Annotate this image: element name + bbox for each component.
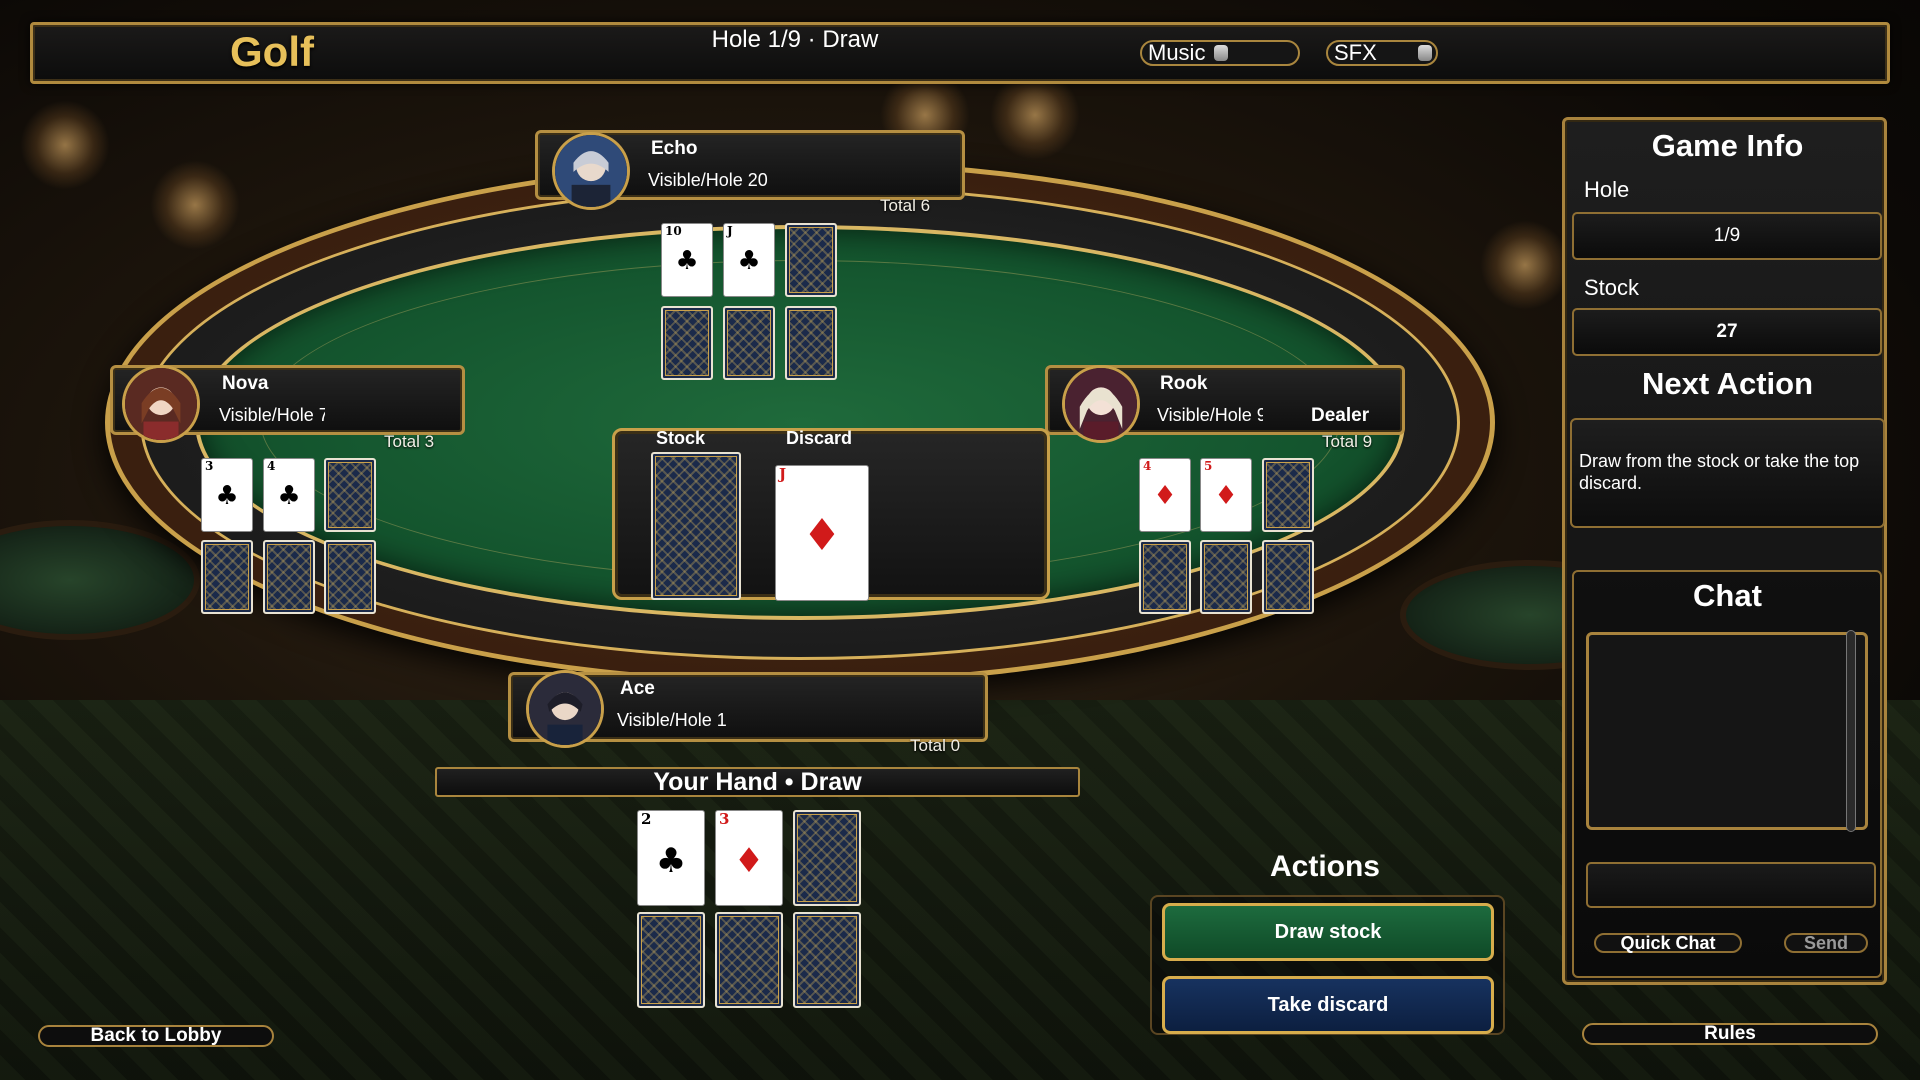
player-total-ace: Total 0: [910, 736, 961, 755]
card-suit: ♦: [1214, 481, 1238, 511]
player-visible-ace: Visible/Hole 1: [617, 710, 727, 730]
card-back: [661, 306, 713, 380]
card-rook-1: 4 ♦: [1139, 458, 1191, 532]
avatar-nova: [122, 365, 200, 443]
card-rank: 4: [267, 459, 276, 473]
wall-lamp: [1480, 220, 1570, 310]
dealer-badge: Dealer: [1311, 405, 1370, 426]
wall-lamp: [20, 100, 110, 190]
game-title: Golf: [230, 28, 314, 75]
your-hand-banner: Your Hand • Draw: [435, 767, 1080, 797]
card-suit: ♣: [737, 246, 761, 276]
avatar-echo: [552, 132, 630, 210]
card-rank: 4: [1143, 459, 1152, 473]
card-rank: 3: [205, 459, 214, 473]
card-rank: J: [727, 224, 733, 238]
avatar-ace-image: [529, 673, 601, 745]
player-total-rook: Total 9: [1322, 432, 1373, 451]
card-rank: 2: [641, 810, 652, 828]
player-name-rook: Rook: [1160, 373, 1208, 394]
hand-card-5[interactable]: [715, 912, 783, 1008]
card-rank: 3: [719, 810, 730, 828]
next-action-title: Next Action: [1641, 366, 1814, 401]
quick-chat-button[interactable]: Quick Chat: [1594, 933, 1742, 953]
stock-pile[interactable]: [651, 452, 741, 600]
card-suit: ♦: [733, 841, 765, 881]
card-echo-2: J ♣: [723, 223, 775, 297]
card-suit: ♣: [655, 841, 687, 881]
hole-value: 1/9: [1572, 212, 1882, 260]
music-toggle[interactable]: Music: [1140, 40, 1300, 66]
stock-label: Stock: [656, 428, 706, 448]
card-nova-2: 4 ♣: [263, 458, 315, 532]
card-back: [1262, 540, 1314, 614]
next-action-text: Draw from the stock or take the top disc…: [1579, 451, 1860, 493]
card-back: [1262, 458, 1314, 532]
chat-log: [1586, 632, 1868, 830]
rules-button[interactable]: Rules: [1582, 1023, 1878, 1045]
actions-title: Actions: [1269, 850, 1380, 883]
player-name-echo: Echo: [651, 138, 698, 159]
hole-status: Hole 1/9 · Draw: [711, 26, 879, 53]
stock-count-value: 27: [1572, 308, 1882, 356]
player-name-ace: Ace: [620, 678, 655, 699]
card-back: [723, 306, 775, 380]
avatar-echo-image: [555, 135, 627, 207]
card-back: [1200, 540, 1252, 614]
player-total-echo: Total 6: [880, 196, 931, 215]
hand-card-1[interactable]: 2 ♣: [637, 810, 705, 906]
avatar-nova-image: [125, 368, 197, 440]
discard-label: Discard: [786, 428, 853, 448]
card-back: [785, 223, 837, 297]
card-suit: ♣: [215, 481, 239, 511]
game-info-title: Game Info: [1651, 128, 1804, 163]
avatar-rook-image: [1065, 368, 1137, 440]
player-name-nova: Nova: [222, 373, 269, 394]
card-back: [324, 540, 376, 614]
card-rank: 10: [665, 224, 682, 238]
hand-card-4[interactable]: [637, 912, 705, 1008]
card-back: [263, 540, 315, 614]
card-back: [785, 306, 837, 380]
avatar-rook: [1062, 365, 1140, 443]
wall-lamp: [150, 160, 240, 250]
sfx-toggle[interactable]: SFX: [1326, 40, 1438, 66]
back-to-lobby-button[interactable]: Back to Lobby: [38, 1025, 274, 1047]
card-back: [201, 540, 253, 614]
sfx-toggle-knob[interactable]: [1418, 45, 1432, 61]
send-button[interactable]: Send: [1784, 933, 1868, 953]
card-rank: J: [779, 465, 787, 483]
chat-input[interactable]: [1586, 862, 1876, 908]
card-suit: ♦: [1153, 481, 1177, 511]
player-visible-echo: Visible/Hole 20: [648, 170, 768, 190]
discard-pile-top-card[interactable]: J ♦: [775, 465, 869, 601]
take-discard-button[interactable]: Take discard: [1162, 976, 1494, 1034]
sfx-label: SFX: [1334, 40, 1377, 65]
card-nova-1: 3 ♣: [201, 458, 253, 532]
player-visible-rook: Visible/Hole 9: [1157, 405, 1263, 425]
hand-card-3[interactable]: [793, 810, 861, 906]
card-suit: ♣: [277, 481, 301, 511]
card-rank: 5: [1204, 459, 1213, 473]
background-table: [0, 520, 200, 640]
hand-card-6[interactable]: [793, 912, 861, 1008]
card-echo-1: 10 ♣: [661, 223, 713, 297]
avatar-ace: [526, 670, 604, 748]
hand-card-2[interactable]: 3 ♦: [715, 810, 783, 906]
hole-label: Hole: [1584, 177, 1630, 202]
card-back: [1139, 540, 1191, 614]
card-suit: ♣: [675, 246, 699, 276]
music-toggle-knob[interactable]: [1214, 45, 1228, 61]
draw-stock-button[interactable]: Draw stock: [1162, 903, 1494, 961]
music-label: Music: [1148, 40, 1206, 65]
chat-title: Chat: [1693, 578, 1762, 613]
chat-scrollbar[interactable]: [1846, 630, 1856, 832]
card-suit: ♦: [802, 510, 842, 561]
player-visible-nova: Visible/Hole 7: [219, 405, 325, 425]
card-rook-2: 5 ♦: [1200, 458, 1252, 532]
stock-count-label: Stock: [1584, 275, 1640, 300]
player-total-nova: Total 3: [384, 432, 435, 451]
card-back: [324, 458, 376, 532]
